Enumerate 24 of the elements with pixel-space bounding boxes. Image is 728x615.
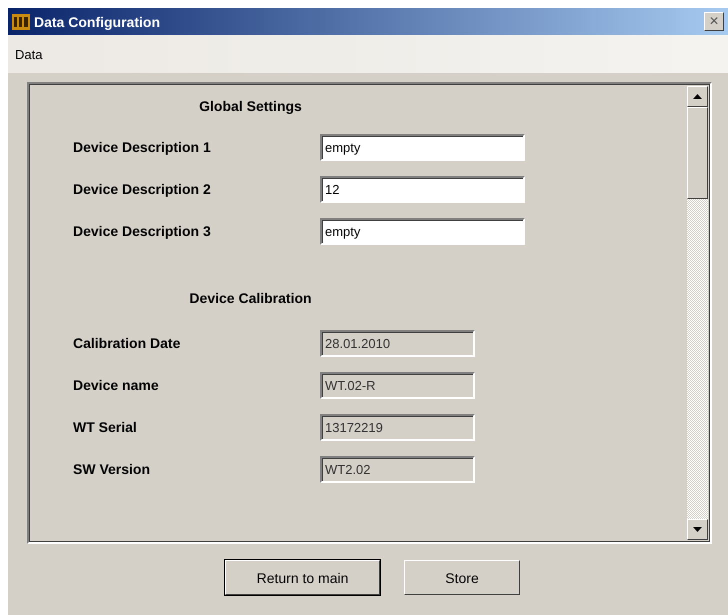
input-field[interactable]: 12 [320, 176, 525, 202]
up-arrow-icon [693, 94, 702, 99]
scroll-thumb[interactable] [687, 107, 708, 199]
input-field[interactable]: empty [320, 218, 525, 244]
close-button[interactable]: × [704, 12, 724, 31]
field-label: Device Description 3 [73, 223, 212, 239]
field-label: Device Description 2 [73, 181, 212, 197]
field-label: Calibration Date [73, 335, 182, 351]
scroll-up-button[interactable] [687, 86, 708, 107]
section-heading: Device Calibration [188, 290, 313, 306]
field-label: WT Serial [73, 419, 138, 435]
field-label: Device Description 1 [73, 139, 212, 155]
dialog-button[interactable]: Store [404, 560, 520, 595]
field-label: SW Version [73, 461, 152, 477]
input-field[interactable]: empty [320, 134, 525, 160]
scrollbar[interactable] [687, 86, 708, 540]
scroll-down-button[interactable] [687, 519, 708, 540]
down-arrow-icon [693, 527, 702, 532]
menu-item[interactable]: Data [15, 46, 42, 62]
window-title: Data Configuration [34, 14, 161, 30]
dialog-button[interactable]: Return to main [225, 560, 380, 595]
app-logo-icon [12, 14, 30, 30]
field-label: Device name [73, 377, 160, 393]
section-heading: Global Settings [198, 98, 303, 114]
